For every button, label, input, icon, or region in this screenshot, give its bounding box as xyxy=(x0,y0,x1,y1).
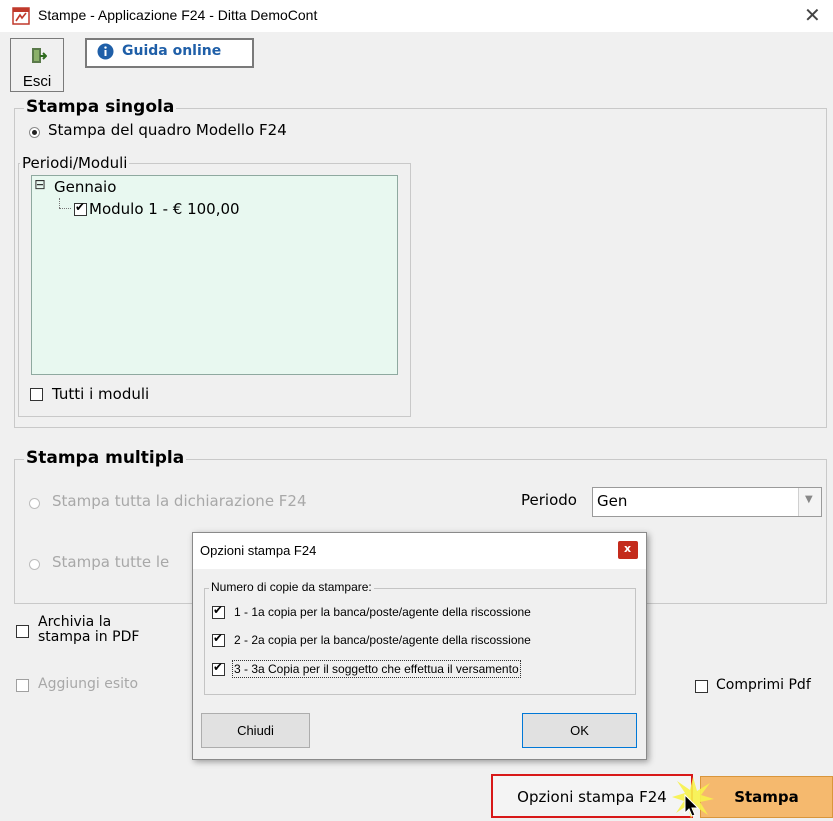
copia-1-checkbox[interactable] xyxy=(212,603,225,619)
tree-collapse-icon[interactable]: ⊟ xyxy=(34,177,46,193)
chiudi-button[interactable]: Chiudi xyxy=(201,713,310,748)
window-title: Stampe - Applicazione F24 - Ditta DemoCo… xyxy=(38,7,318,23)
tree-node-modulo-1[interactable]: Modulo 1 - € 100,00 xyxy=(89,200,240,218)
ok-button[interactable]: OK xyxy=(522,713,637,748)
dialog-titlebar: Opzioni stampa F24 x xyxy=(193,533,646,569)
window-titlebar: Stampe - Applicazione F24 - Ditta DemoCo… xyxy=(0,0,833,32)
periodi-tree[interactable]: ⊟ Gennaio Modulo 1 - € 100,00 xyxy=(31,175,398,375)
stampa-quadro-radio[interactable] xyxy=(29,127,40,138)
tree-connector-line xyxy=(59,208,71,209)
guida-online-label: Guida online xyxy=(122,43,222,59)
stampa-quadro-label: Stampa del quadro Modello F24 xyxy=(48,121,287,139)
comprimi-pdf-label: Comprimi Pdf xyxy=(716,677,811,693)
opzioni-stampa-dialog: Opzioni stampa F24 x Numero di copie da … xyxy=(192,532,647,760)
aggiungi-esito-checkbox[interactable] xyxy=(16,679,29,692)
chiudi-label: Chiudi xyxy=(237,723,274,738)
stampa-singola-title: Stampa singola xyxy=(24,97,177,117)
copia-2-checkbox[interactable] xyxy=(212,631,225,647)
opzioni-stampa-f24-button[interactable]: Opzioni stampa F24 xyxy=(491,774,693,818)
stampa-label: Stampa xyxy=(734,788,799,806)
stampa-tutte-radio[interactable] xyxy=(29,559,40,570)
archivia-pdf-checkbox[interactable] xyxy=(16,625,29,638)
archivia-pdf-label: Archivia la stampa in PDF xyxy=(38,614,140,645)
pdf-app-icon xyxy=(12,7,30,25)
guida-online-button[interactable]: Guida online xyxy=(85,38,254,68)
copia-3-checkbox[interactable] xyxy=(212,660,225,676)
periodo-select-value: Gen xyxy=(597,492,628,510)
numero-copie-legend: Numero di copie da stampare: xyxy=(209,580,374,594)
esci-label: Esci xyxy=(22,73,52,90)
dialog-close-button[interactable]: x xyxy=(618,541,638,559)
dialog-title: Opzioni stampa F24 xyxy=(200,543,317,558)
esci-button[interactable]: Esci xyxy=(10,38,64,92)
tutti-moduli-label: Tutti i moduli xyxy=(52,385,150,403)
periodo-label: Periodo xyxy=(521,491,577,509)
info-icon xyxy=(97,43,114,60)
copia-3-label: 3 - 3a Copia per il soggetto che effettu… xyxy=(232,660,521,678)
periodi-moduli-legend: Periodi/Moduli xyxy=(20,154,130,172)
opzioni-stampa-f24-label: Opzioni stampa F24 xyxy=(517,788,667,806)
exit-door-icon xyxy=(32,48,47,63)
window-close-icon[interactable]: ✕ xyxy=(804,3,821,27)
aggiungi-esito-label: Aggiungi esito xyxy=(38,676,139,692)
stampa-tutta-dichiarazione-radio[interactable] xyxy=(29,498,40,509)
tree-connector-line xyxy=(59,198,60,208)
comprimi-pdf-checkbox[interactable] xyxy=(695,680,708,693)
tutti-moduli-checkbox[interactable] xyxy=(30,388,43,401)
tree-node-gennaio[interactable]: Gennaio xyxy=(54,178,116,196)
mouse-cursor-icon xyxy=(684,794,700,817)
ok-label: OK xyxy=(570,723,589,738)
stampa-tutte-label: Stampa tutte le xyxy=(52,553,170,571)
modulo-1-checkbox[interactable] xyxy=(74,200,87,216)
copia-1-label: 1 - 1a copia per la banca/poste/agente d… xyxy=(234,605,531,619)
chevron-down-icon: ▼ xyxy=(805,494,813,505)
periodo-select[interactable]: Gen ▼ xyxy=(592,487,822,517)
stampa-button[interactable]: Stampa xyxy=(700,776,833,818)
copia-2-label: 2 - 2a copia per la banca/poste/agente d… xyxy=(234,633,531,647)
stampa-multipla-title: Stampa multipla xyxy=(24,448,187,468)
periodo-dropdown-arrow[interactable]: ▼ xyxy=(798,488,821,516)
stampa-tutta-dichiarazione-label: Stampa tutta la dichiarazione F24 xyxy=(52,492,307,510)
close-icon: x xyxy=(624,542,632,555)
